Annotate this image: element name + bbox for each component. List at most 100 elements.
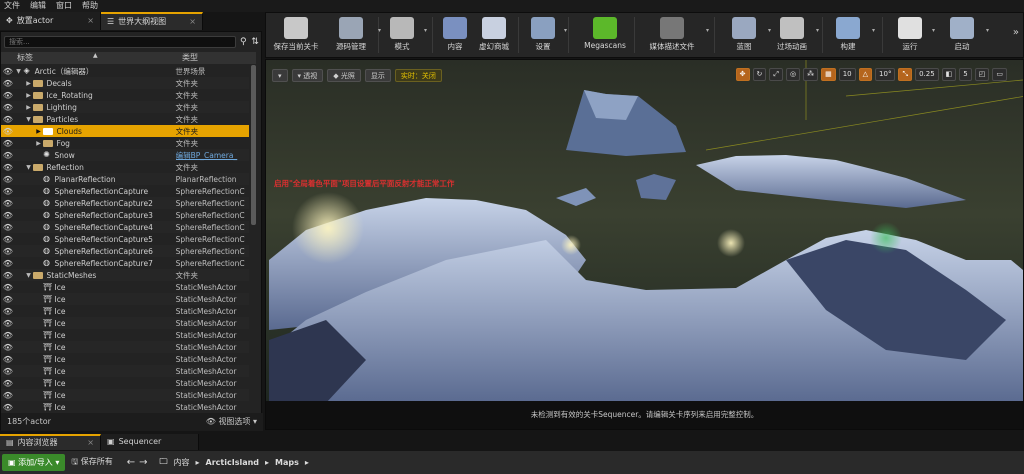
grid-snap-value[interactable]: 10 (838, 68, 856, 81)
expand-arrow-icon[interactable]: ▶ (25, 104, 33, 111)
outliner-row[interactable]: 👁 ◍ PlanarReflection PlanarReflection (1, 173, 249, 185)
visibility-eye-icon[interactable]: 👁 (1, 235, 15, 244)
media-button[interactable]: 媒体描述文件 ▾ (642, 13, 709, 57)
outliner-row[interactable]: 👁 ▶ Lighting 文件夹 (1, 101, 249, 113)
world-space-icon[interactable]: ◎ (785, 68, 801, 81)
dropdown-arrow-icon[interactable]: ▾ (378, 27, 381, 34)
outliner-row[interactable]: 👁 ◍ SphereReflectionCapture5 SphereReflecti… (1, 233, 249, 245)
visibility-eye-icon[interactable]: 👁 (1, 379, 15, 388)
visibility-eye-icon[interactable]: 👁 (1, 403, 15, 412)
grid-snap-icon[interactable]: ▦ (821, 68, 836, 81)
close-icon[interactable]: × (87, 12, 94, 30)
outliner-row[interactable]: 👁 ◍ SphereReflectionCapture4 SphereReflecti… (1, 221, 249, 233)
save-all-button[interactable]: 🖫 保存所有 (71, 456, 112, 470)
menu-item[interactable]: 文件 (0, 0, 26, 12)
outliner-row[interactable]: 👁 ⛩ Ice StaticMeshActor (1, 377, 249, 389)
expand-arrow-icon[interactable]: ▼ (15, 68, 23, 75)
visibility-eye-icon[interactable]: 👁 (1, 367, 15, 376)
dropdown-arrow-icon[interactable]: ▾ (872, 27, 875, 34)
source-control-button[interactable]: 源码管理 ▾ (328, 13, 381, 57)
visibility-eye-icon[interactable]: 👁 (1, 307, 15, 316)
scale-snap-icon[interactable]: ⤡ (898, 68, 913, 81)
expand-arrow-icon[interactable]: ▼ (25, 272, 33, 279)
menu-item[interactable]: 窗口 (52, 0, 78, 12)
scale-icon[interactable]: ⤢ (769, 68, 783, 81)
outliner-row[interactable]: 👁 ⛩ Ice StaticMeshActor (1, 389, 249, 401)
rotation-snap-icon[interactable]: △ (858, 68, 873, 81)
outliner-row[interactable]: 👁 ⛩ Ice StaticMeshActor (1, 317, 249, 329)
visibility-eye-icon[interactable]: 👁 (1, 91, 15, 100)
visibility-eye-icon[interactable]: 👁 (1, 319, 15, 328)
view-options-button[interactable]: 👁 视图选项 ▾ (206, 413, 257, 431)
marketplace-button[interactable]: 虚幻商城 (474, 13, 514, 57)
dropdown-arrow-icon[interactable]: ▾ (986, 27, 989, 34)
visibility-eye-icon[interactable]: 👁 (1, 247, 15, 256)
save-button[interactable]: 保存当前关卡 (268, 13, 324, 57)
visibility-eye-icon[interactable]: 👁 (1, 67, 15, 76)
outliner-row[interactable]: 👁 ⛩ Ice StaticMeshActor (1, 365, 249, 377)
show-button[interactable]: 显示 (364, 68, 391, 82)
realtime-button[interactable]: 实时：关闭 (394, 68, 442, 82)
outliner-row[interactable]: 👁 ▶ Clouds 文件夹 (1, 125, 249, 137)
menu-item[interactable]: 编辑 (26, 0, 52, 12)
tab-content-browser[interactable]: ▤ 内容浏览器 × (0, 434, 101, 450)
tab-place-actor[interactable]: ✥ 放置actor × (0, 12, 101, 30)
outliner-row[interactable]: 👁 ⛩ Ice StaticMeshActor (1, 329, 249, 341)
outliner-row[interactable]: 👁 ⛩ Ice StaticMeshActor (1, 353, 249, 365)
tab-world-outliner[interactable]: ☰ 世界大纲视图 × (101, 12, 203, 30)
visibility-eye-icon[interactable]: 👁 (1, 199, 15, 208)
outliner-row[interactable]: 👁 ▼ StaticMeshes 文件夹 (1, 269, 249, 281)
outliner-row[interactable]: 👁 ◍ SphereReflectionCapture3 SphereReflecti… (1, 209, 249, 221)
menu-item[interactable]: 帮助 (78, 0, 104, 12)
outliner-row[interactable]: 👁 ⛩ Ice StaticMeshActor (1, 293, 249, 305)
translate-icon[interactable]: ✥ (735, 68, 750, 81)
visibility-eye-icon[interactable]: 👁 (1, 391, 15, 400)
content-button[interactable]: 内容 (438, 13, 472, 57)
search-icon[interactable]: ⚲ (238, 36, 248, 48)
outliner-row[interactable]: 👁 ◍ SphereReflectionCapture2 SphereReflecti… (1, 197, 249, 209)
dropdown-arrow-icon[interactable]: ▾ (768, 27, 771, 34)
layout-icon[interactable]: ▭ (992, 68, 1007, 81)
outliner-row[interactable]: 👁 ⛩ Ice StaticMeshActor (1, 341, 249, 353)
search-input[interactable] (4, 36, 237, 48)
dropdown-arrow-icon[interactable]: ▾ (564, 27, 567, 34)
label-column-header[interactable]: 标签 ▲ (1, 52, 179, 64)
rotation-snap-value[interactable]: 10° (875, 68, 896, 81)
outliner-row[interactable]: 👁 ▶ Ice_Rotating 文件夹 (1, 89, 249, 101)
lit-button[interactable]: ◆ 光照 (327, 68, 361, 82)
launch-button[interactable]: 启动 ▾ (942, 13, 989, 57)
back-arrow-icon[interactable]: ← (127, 457, 135, 468)
visibility-eye-icon[interactable]: 👁 (1, 271, 15, 280)
outliner-row[interactable]: 👁 ▼ Reflection 文件夹 (1, 161, 249, 173)
expand-arrow-icon[interactable]: ▼ (25, 164, 33, 171)
visibility-eye-icon[interactable]: 👁 (1, 139, 15, 148)
expand-arrow-icon[interactable]: ▶ (25, 80, 33, 87)
visibility-eye-icon[interactable]: 👁 (1, 151, 15, 160)
megascans-button[interactable]: Megascans (582, 13, 628, 57)
outliner-row[interactable]: 👁 ⛩ Ice StaticMeshActor (1, 281, 249, 293)
expand-arrow-icon[interactable]: ▶ (35, 140, 43, 147)
expand-arrow-icon[interactable]: ▶ (25, 92, 33, 99)
dropdown-arrow-icon[interactable]: ▾ (706, 27, 709, 34)
level-viewport[interactable]: ▾ ▾ 透视 ◆ 光照 显示 实时：关闭 ✥ ↻ ⤢ ◎ ⁂ ▦ 10 △ 10… (265, 59, 1024, 430)
perspective-button[interactable]: ▾ 透视 (291, 68, 324, 82)
visibility-eye-icon[interactable]: 👁 (1, 115, 15, 124)
visibility-eye-icon[interactable]: 👁 (1, 295, 15, 304)
outliner-row[interactable]: 👁 ◍ SphereReflectionCapture SphereReflectio… (1, 185, 249, 197)
blueprint-button[interactable]: 蓝图 ▾ (724, 13, 771, 57)
expand-arrow-icon[interactable]: ▶ (35, 128, 43, 135)
play-button[interactable]: 运行 ▾ (892, 13, 935, 57)
visibility-eye-icon[interactable]: 👁 (1, 187, 15, 196)
dropdown-arrow-icon[interactable]: ▾ (932, 27, 935, 34)
outliner-row[interactable]: 👁 ✺ Snow 编辑BP_Camera_ (1, 149, 249, 161)
viewport-menu-button[interactable]: ▾ (272, 68, 288, 82)
tab-sequencer[interactable]: ▣ Sequencer (101, 434, 199, 450)
camera-speed-icon[interactable]: ◧ (941, 68, 957, 81)
visibility-eye-icon[interactable]: 👁 (1, 79, 15, 88)
rotate-icon[interactable]: ↻ (752, 68, 767, 81)
visibility-eye-icon[interactable]: 👁 (1, 259, 15, 268)
dropdown-arrow-icon[interactable]: ▾ (816, 27, 819, 34)
visibility-eye-icon[interactable]: 👁 (1, 163, 15, 172)
visibility-eye-icon[interactable]: 👁 (1, 343, 15, 352)
visibility-eye-icon[interactable]: 👁 (1, 283, 15, 292)
